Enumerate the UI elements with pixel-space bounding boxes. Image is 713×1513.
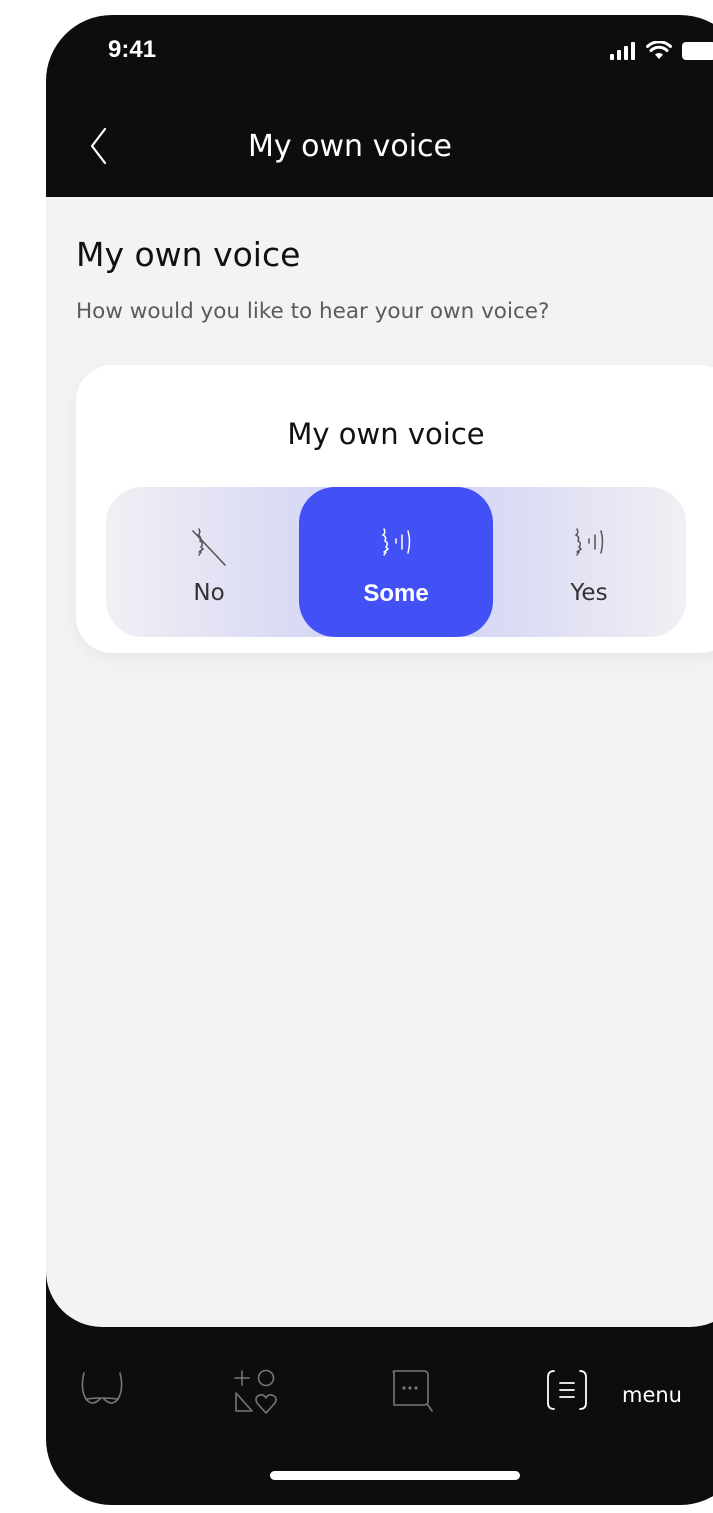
phone-frame: 9:41 My own voice My own voice How would… [46, 15, 713, 1505]
option-no-label: No [193, 580, 225, 606]
chat-icon[interactable] [388, 1367, 436, 1417]
nav-bar: My own voice [46, 95, 713, 195]
card-title: My own voice [287, 417, 485, 451]
status-bar: 9:41 [46, 15, 713, 95]
option-some[interactable]: Some [299, 487, 493, 637]
option-yes[interactable]: Yes [494, 487, 684, 637]
menu-label[interactable]: menu [622, 1383, 682, 1407]
nav-title: My own voice [46, 129, 713, 164]
option-yes-label: Yes [570, 580, 608, 606]
option-no[interactable]: No [114, 487, 304, 637]
wifi-icon [646, 41, 672, 59]
home-indicator[interactable] [270, 1471, 520, 1480]
signal-icon [610, 42, 635, 60]
page-title: My own voice [76, 235, 301, 274]
nav-title-text: My own voice [247, 129, 452, 164]
option-some-label: Some [363, 580, 429, 607]
status-time: 9:41 [108, 36, 157, 63]
status-icons [610, 41, 713, 61]
shapes-favorites-icon[interactable] [232, 1367, 284, 1419]
voice-some-icon [381, 528, 411, 556]
own-voice-selector: No Some Yes [106, 487, 686, 637]
battery-icon [682, 42, 713, 60]
tab-bar: menu [46, 1355, 713, 1435]
hearing-aids-icon[interactable] [78, 1367, 126, 1417]
own-voice-card: My own voice No Some Yes [76, 365, 713, 653]
content-area: My own voice How would you like to hear … [46, 197, 713, 1327]
voice-off-icon [192, 528, 226, 566]
page-subtitle: How would you like to hear your own voic… [76, 299, 550, 324]
menu-icon[interactable] [544, 1367, 590, 1417]
voice-on-icon [574, 528, 604, 556]
